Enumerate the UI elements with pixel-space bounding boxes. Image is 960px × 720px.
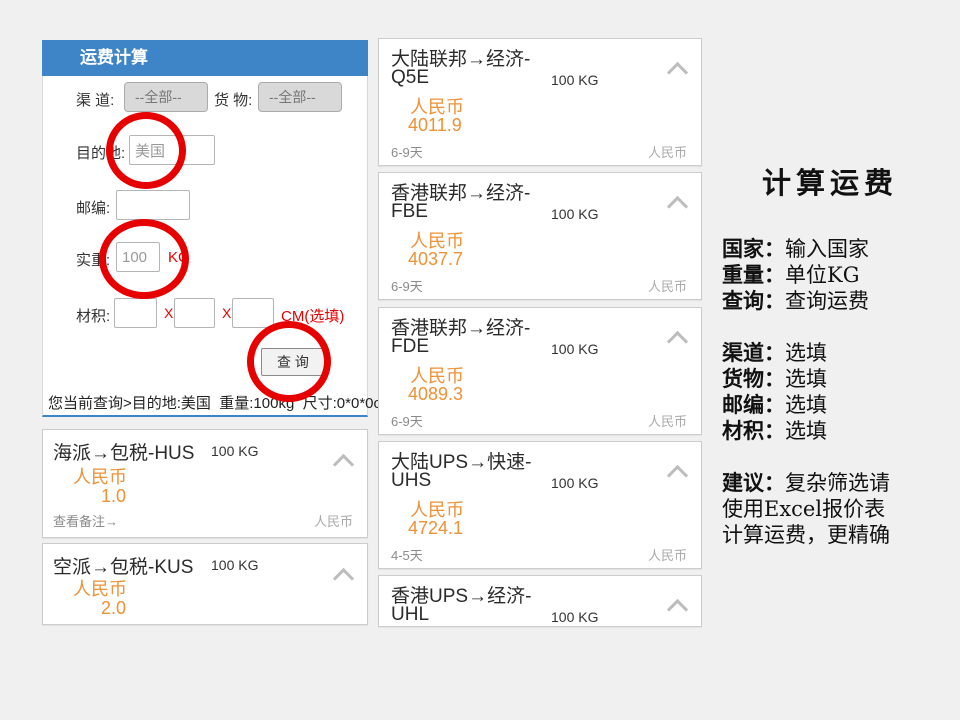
chevron-up-icon[interactable] [667,62,688,83]
annotation-circle-destination [106,112,186,189]
result-card[interactable]: 大陆联邦→经济- Q5E 100 KG 人民币 4011.9 6-9天 人民币 [378,38,702,166]
delivery-time: 6-9天 [391,142,423,161]
goods-select[interactable]: --全部-- [258,82,342,112]
price-value: 1.0 [101,486,126,507]
multiply-sign: X [222,305,231,321]
instruction-line: 材积：选填 [722,418,938,444]
instruction-text: 单位KG [785,263,859,287]
query-status-bar: 您当前查询>目的地:美国 重量:100kg 尺寸:0*0*0cm [42,390,368,417]
instructions-panel: 计算运费 国家：输入国家 重量：单位KG 查询：查询运费 渠道：选填 货物：选填… [722,160,938,574]
instruction-line: 使用Excel报价表 [722,496,938,522]
price-value: 4089.3 [408,384,463,405]
result-card[interactable]: 香港联邦→经济- FBE 100 KG 人民币 4037.7 6-9天 人民币 [378,172,702,300]
chevron-up-icon[interactable] [333,454,354,475]
currency-footer: 人民币 [648,276,687,295]
zip-label: 邮编: [76,197,110,218]
result-card[interactable]: 大陆UPS→快速- UHS 100 KG 人民币 4724.1 4-5天 人民币 [378,441,702,569]
zip-input[interactable] [116,190,190,220]
price-value: 4037.7 [408,249,463,270]
multiply-sign: X [164,305,173,321]
instruction-text: 复杂筛选请 [785,471,890,495]
weight-value: 100 KG [551,341,598,357]
instruction-text: 查询运费 [785,289,869,313]
result-card[interactable]: 香港联邦→经济- FDE 100 KG 人民币 4089.3 6-9天 人民币 [378,307,702,435]
route-title-line2: FDE [391,336,429,358]
annotation-circle-weight [99,219,189,299]
price-value: 2.0 [101,598,126,619]
freight-calculator-screen: 运费计算 渠 道: --全部-- 货 物: --全部-- 目的地: 邮编: 实重… [0,0,960,720]
instruction-label: 邮编： [722,392,785,417]
suggestion-block: 建议：复杂筛选请 使用Excel报价表 计算运费，更精确 [722,470,938,548]
weight-value: 100 KG [211,443,258,459]
weight-value: 100 KG [551,206,598,222]
channel-select[interactable]: --全部-- [124,82,208,112]
instruction-label: 材积： [722,418,785,443]
route-title-line2: Q5E [391,67,429,89]
channel-label: 渠 道: [76,89,114,110]
delivery-time: 6-9天 [391,276,423,295]
chevron-up-icon[interactable] [667,196,688,217]
instruction-text: 选填 [785,419,827,443]
volume-height-input[interactable] [232,298,274,328]
currency-footer: 人民币 [648,142,687,161]
result-card[interactable]: 空派→包税-KUS 100 KG 人民币 2.0 [42,543,368,625]
chevron-up-icon[interactable] [667,465,688,486]
weight-value: 100 KG [551,475,598,491]
instruction-label: 国家： [722,236,785,261]
form-panel-title: 运费计算 [42,40,368,76]
instruction-line: 货物：选填 [722,366,938,392]
instruction-text: 选填 [785,341,827,365]
chevron-up-icon[interactable] [333,568,354,589]
instruction-label: 查询： [722,288,785,313]
route-title-line2: UHS [391,470,431,492]
instruction-text: 计算运费，更精确 [722,523,890,547]
instructions-title: 计算运费 [722,160,938,202]
view-notes-link[interactable]: 查看备注→ [53,511,118,530]
route-title: 海派→包税-HUS [53,438,194,465]
instruction-text: 选填 [785,367,827,391]
route-title-line2: FBE [391,201,428,223]
weight-value: 100 KG [551,72,598,88]
chevron-up-icon[interactable] [667,331,688,352]
currency-footer: 人民币 [648,411,687,430]
currency-footer: 人民币 [314,511,353,530]
weight-value: 100 KG [551,609,598,625]
volume-length-input[interactable] [114,298,157,328]
instruction-line: 渠道：选填 [722,340,938,366]
price-value: 4724.1 [408,518,463,539]
volume-width-input[interactable] [174,298,215,328]
instruction-line: 重量：单位KG [722,262,938,288]
annotation-circle-query [247,321,331,402]
price-value: 4011.9 [408,115,462,136]
instruction-label: 货物： [722,366,785,391]
result-card[interactable]: 香港UPS→经济- UHL 100 KG [378,575,702,627]
instruction-line: 国家：输入国家 [722,236,938,262]
instruction-label: 建议： [722,470,785,495]
instruction-text: 输入国家 [785,237,869,261]
currency-footer: 人民币 [648,545,687,564]
delivery-time: 4-5天 [391,545,423,564]
instruction-text: 使用Excel报价表 [722,497,885,521]
instruction-label: 渠道： [722,340,785,365]
route-title-line2: UHL [391,604,429,626]
instruction-label: 重量： [722,262,785,287]
weight-value: 100 KG [211,557,258,573]
goods-label: 货 物: [214,89,252,110]
instruction-line: 邮编：选填 [722,392,938,418]
result-card[interactable]: 海派→包税-HUS 100 KG 人民币 1.0 查看备注→ 人民币 [42,429,368,538]
usage-instructions: 国家：输入国家 重量：单位KG 查询：查询运费 [722,236,938,314]
instruction-text: 选填 [785,393,827,417]
instruction-line: 查询：查询运费 [722,288,938,314]
volume-label: 材积: [76,305,110,326]
instruction-line: 计算运费，更精确 [722,522,938,548]
instruction-line: 建议：复杂筛选请 [722,470,938,496]
optional-instructions: 渠道：选填 货物：选填 邮编：选填 材积：选填 [722,340,938,444]
delivery-time: 6-9天 [391,411,423,430]
chevron-up-icon[interactable] [667,599,688,620]
